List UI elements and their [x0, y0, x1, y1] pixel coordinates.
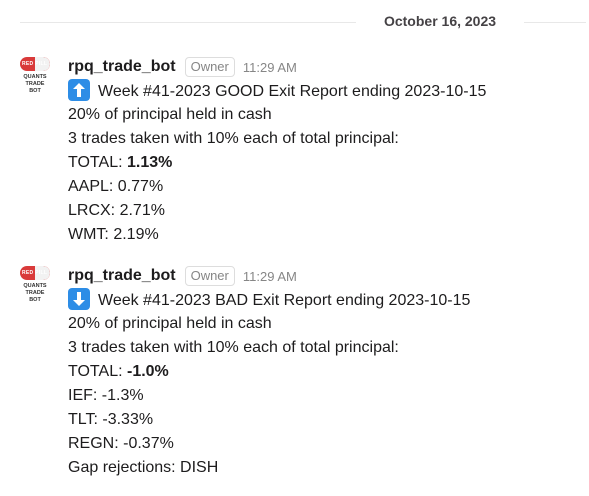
trades-line: 3 trades taken with 10% each of total pr… [68, 130, 399, 147]
report-title: Week #41-2023 GOOD Exit Report ending 20… [68, 79, 583, 103]
message-content: rpq_trade_bot Owner 11:29 AM Week #41-20… [68, 55, 583, 247]
total-line: TOTAL: 1.13% [68, 154, 173, 171]
report-title: Week #41-2023 BAD Exit Report ending 202… [68, 288, 583, 312]
total-value: -1.0% [126, 363, 169, 380]
arrow-up-icon [68, 79, 90, 101]
timestamp[interactable]: 11:29 AM [243, 269, 297, 284]
total-value: 1.13% [126, 154, 173, 171]
owner-badge: Owner [184, 57, 235, 77]
message-content: rpq_trade_bot Owner 11:29 AM Week #41-20… [68, 264, 583, 480]
message-header: rpq_trade_bot Owner 11:29 AM [68, 55, 583, 79]
cash-line: 20% of principal held in cash [68, 315, 272, 332]
trade-line: AAPL: 0.77% [68, 178, 164, 195]
trade-line: WMT: 2.19% [68, 226, 159, 243]
divider-line-right [524, 22, 586, 23]
cash-line: 20% of principal held in cash [68, 106, 272, 123]
trade-line: LRCX: 2.71% [68, 202, 165, 219]
avatar[interactable]: RED PILL QUANTS TRADE BOT [20, 266, 56, 303]
total-line: TOTAL: -1.0% [68, 363, 169, 380]
date-divider-label[interactable]: October 16, 2023 [356, 13, 524, 29]
divider-line-left [20, 22, 356, 23]
owner-badge: Owner [184, 266, 235, 286]
message-header: rpq_trade_bot Owner 11:29 AM [68, 264, 583, 288]
trade-line: TLT: -3.33% [68, 411, 154, 428]
pill-logo-icon: RED PILL [20, 266, 50, 280]
gap-rejections-line: Gap rejections: DISH [68, 459, 219, 476]
trades-line: 3 trades taken with 10% each of total pr… [68, 339, 399, 356]
username[interactable]: rpq_trade_bot [68, 58, 176, 76]
arrow-down-icon [68, 288, 90, 310]
pill-logo-icon: RED PILL [20, 57, 50, 71]
date-divider: October 16, 2023 [0, 0, 589, 44]
trade-line: IEF: -1.3% [68, 387, 144, 404]
avatar[interactable]: RED PILL QUANTS TRADE BOT [20, 57, 56, 94]
username[interactable]: rpq_trade_bot [68, 267, 176, 285]
trade-line: REGN: -0.37% [68, 435, 174, 452]
timestamp[interactable]: 11:29 AM [243, 60, 297, 75]
